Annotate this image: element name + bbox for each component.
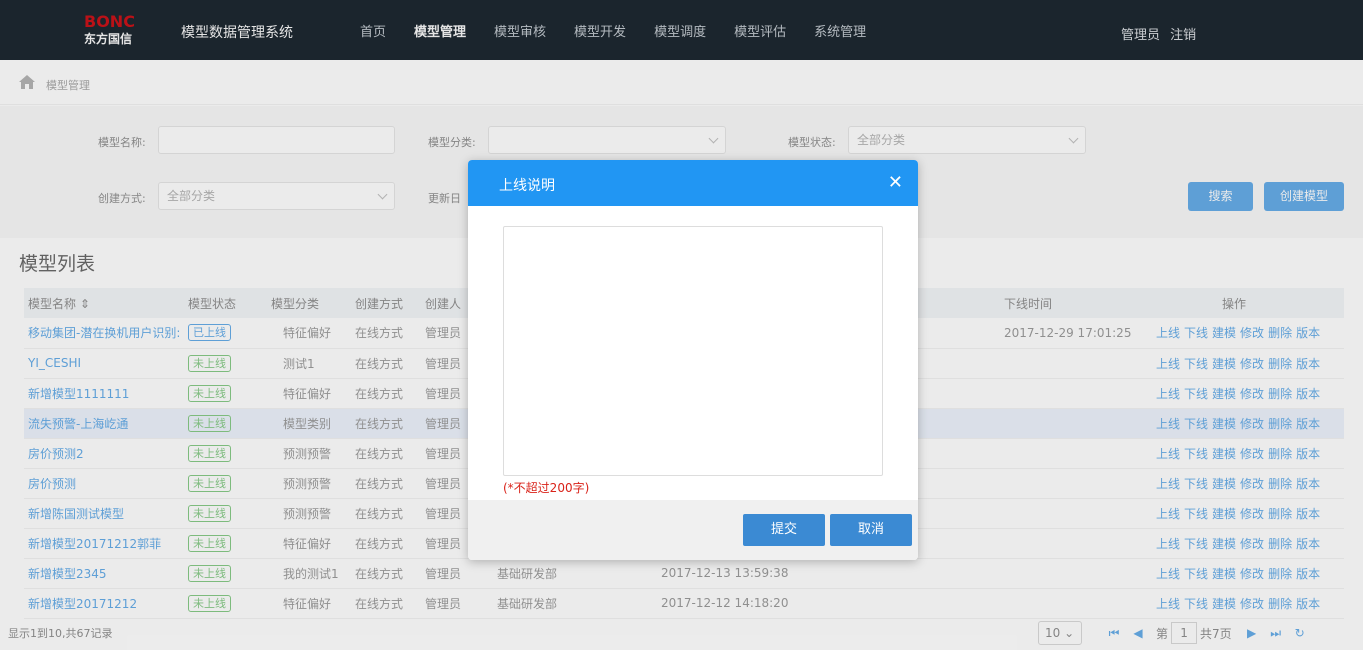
- dialog-header: 上线说明 ✕: [468, 160, 918, 206]
- char-limit-hint: (*不超过200字): [503, 481, 590, 495]
- dialog-footer: 提交 取消: [468, 500, 918, 560]
- cancel-button[interactable]: 取消: [830, 514, 912, 546]
- online-note-dialog: 上线说明 ✕ (*不超过200字) 提交 取消: [468, 160, 918, 560]
- dialog-title: 上线说明: [499, 178, 555, 194]
- submit-button[interactable]: 提交: [743, 514, 825, 546]
- online-note-textarea[interactable]: [503, 226, 883, 476]
- close-icon[interactable]: ✕: [888, 172, 903, 193]
